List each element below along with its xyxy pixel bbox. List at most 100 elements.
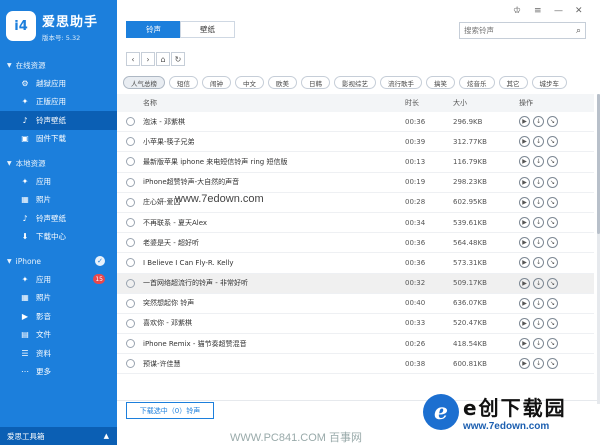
category-funny[interactable]: 搞笑: [426, 76, 455, 89]
download-icon[interactable]: ↓: [533, 358, 544, 370]
row-select-radio[interactable]: [125, 278, 135, 288]
sidebar-item-local-ringtones[interactable]: ♪ 铃声壁纸: [0, 209, 117, 228]
column-size[interactable]: 大小: [453, 98, 519, 108]
sidebar-item-device-data[interactable]: ☰ 资料: [0, 344, 117, 363]
import-icon[interactable]: ↘: [547, 257, 558, 269]
download-selected-button[interactable]: 下载选中（0）铃声: [126, 402, 214, 419]
download-icon[interactable]: ↓: [533, 176, 544, 188]
sidebar-item-device-apps[interactable]: ✦ 应用 15: [0, 270, 117, 289]
import-icon[interactable]: ↘: [547, 338, 558, 350]
category-western[interactable]: 欧美: [268, 76, 297, 89]
category-music[interactable]: 炫音乐: [459, 76, 495, 89]
row-select-radio[interactable]: [125, 359, 135, 369]
row-select-radio[interactable]: [125, 339, 135, 349]
row-select-radio[interactable]: [125, 197, 135, 207]
skin-icon[interactable]: ♔: [513, 6, 521, 16]
download-icon[interactable]: ↓: [533, 338, 544, 350]
category-popular[interactable]: 人气总榜: [123, 76, 165, 89]
download-icon[interactable]: ↓: [533, 257, 544, 269]
section-online-resources[interactable]: ▼ 在线资源: [0, 56, 117, 74]
table-row[interactable]: 不再联系 - 夏天Alex 00:34 539.61KB ▶ ↓ ↘: [117, 213, 594, 234]
import-icon[interactable]: ↘: [547, 277, 558, 289]
table-row[interactable]: iPhone Remix - 猫节奏超赞混音 00:26 418.54KB ▶ ↓ ↘: [117, 334, 594, 355]
table-row[interactable]: 喜欢你 - 邓紫棋 00:33 520.47KB ▶ ↓ ↘: [117, 314, 594, 335]
import-icon[interactable]: ↘: [547, 156, 558, 168]
play-icon[interactable]: ▶: [519, 156, 530, 168]
table-row[interactable]: 预谋-许佳慧 00:38 600.81KB ▶ ↓ ↘: [117, 354, 594, 375]
import-icon[interactable]: ↘: [547, 317, 558, 329]
download-icon[interactable]: ↓: [533, 277, 544, 289]
minimize-icon[interactable]: —: [554, 6, 563, 16]
column-name[interactable]: 名称: [143, 98, 405, 108]
table-row[interactable]: I Believe I Can Fly-R. Kelly 00:36 573.31K…: [117, 253, 594, 274]
sidebar-item-official-apps[interactable]: ✦ 正版应用: [0, 93, 117, 112]
search-input[interactable]: [464, 26, 569, 35]
play-icon[interactable]: ▶: [519, 217, 530, 229]
import-icon[interactable]: ↘: [547, 196, 558, 208]
sidebar-item-device-photos[interactable]: ▦ 照片: [0, 289, 117, 308]
table-row[interactable]: 突然想起你 铃声 00:40 636.07KB ▶ ↓ ↘: [117, 294, 594, 314]
play-icon[interactable]: ▶: [519, 176, 530, 188]
row-select-radio[interactable]: [125, 117, 135, 127]
play-icon[interactable]: ▶: [519, 136, 530, 148]
sidebar-item-local-photos[interactable]: ▦ 照片: [0, 191, 117, 210]
column-duration[interactable]: 时长: [405, 98, 453, 108]
download-icon[interactable]: ↓: [533, 217, 544, 229]
forward-icon[interactable]: ›: [141, 52, 155, 66]
sidebar-item-download-center[interactable]: ⬇ 下载中心: [0, 228, 117, 247]
refresh-icon[interactable]: ↻: [171, 52, 185, 66]
play-icon[interactable]: ▶: [519, 196, 530, 208]
sidebar-item-jailbreak-apps[interactable]: ⚙ 越狱应用: [0, 74, 117, 93]
play-icon[interactable]: ▶: [519, 116, 530, 128]
row-select-radio[interactable]: [125, 298, 135, 308]
table-row[interactable]: 最新版苹果 iphone 来电短信铃声 ring 短信版 00:13 116.79K…: [117, 152, 594, 173]
import-icon[interactable]: ↘: [547, 116, 558, 128]
toolbox-button[interactable]: 爱思工具箱 ▲: [0, 427, 117, 445]
section-local-resources[interactable]: ▼ 本地资源: [0, 154, 117, 172]
search-box[interactable]: ⌕: [459, 22, 586, 39]
row-select-radio[interactable]: [125, 258, 135, 268]
import-icon[interactable]: ↘: [547, 237, 558, 249]
row-select-radio[interactable]: [125, 238, 135, 248]
play-icon[interactable]: ▶: [519, 358, 530, 370]
row-select-radio[interactable]: [125, 318, 135, 328]
search-icon[interactable]: ⌕: [576, 26, 581, 36]
category-sms[interactable]: 短信: [169, 76, 198, 89]
sidebar-item-device-media[interactable]: ▶ 影音: [0, 307, 117, 326]
table-row[interactable]: 一首网络超流行的铃声 - 非常好听 00:32 509.17KB ▶ ↓ ↘: [117, 273, 594, 294]
category-alarm[interactable]: 闹钟: [202, 76, 231, 89]
category-jpkr[interactable]: 日韩: [301, 76, 330, 89]
play-icon[interactable]: ▶: [519, 237, 530, 249]
play-icon[interactable]: ▶: [519, 277, 530, 289]
category-other[interactable]: 其它: [498, 76, 528, 89]
sidebar-item-firmware-download[interactable]: ▣ 固件下载: [0, 130, 117, 149]
close-icon[interactable]: ✕: [575, 6, 583, 16]
import-icon[interactable]: ↘: [547, 136, 558, 148]
table-row[interactable]: 小苹果-筷子兄弟 00:39 312.77KB ▶ ↓ ↘: [117, 132, 594, 153]
table-row[interactable]: 泡沫 - 邓紫棋 00:36 296.9KB ▶ ↓ ↘: [117, 112, 594, 133]
import-icon[interactable]: ↘: [547, 176, 558, 188]
import-icon[interactable]: ↘: [547, 217, 558, 229]
play-icon[interactable]: ▶: [519, 297, 530, 309]
play-icon[interactable]: ▶: [519, 257, 530, 269]
section-device[interactable]: ▼ iPhone ✓: [0, 252, 117, 270]
category-pop-singers[interactable]: 流行歌手: [380, 76, 422, 89]
table-row[interactable]: 老婆是天 - 超好听 00:36 564.48KB ▶ ↓ ↘: [117, 233, 594, 254]
row-select-radio[interactable]: [125, 157, 135, 167]
category-cars[interactable]: 城步车: [531, 76, 567, 89]
import-icon[interactable]: ↘: [547, 358, 558, 370]
play-icon[interactable]: ▶: [519, 338, 530, 350]
sidebar-item-device-files[interactable]: ▤ 文件: [0, 326, 117, 345]
category-chinese[interactable]: 中文: [235, 76, 264, 89]
row-select-radio[interactable]: [125, 137, 135, 147]
row-select-radio[interactable]: [125, 218, 135, 228]
download-icon[interactable]: ↓: [533, 237, 544, 249]
download-icon[interactable]: ↓: [533, 136, 544, 148]
sidebar-item-ringtone-wallpaper[interactable]: ♪ 铃声壁纸: [0, 111, 117, 130]
download-icon[interactable]: ↓: [533, 317, 544, 329]
row-select-radio[interactable]: [125, 177, 135, 187]
home-icon[interactable]: ⌂: [156, 52, 170, 66]
download-icon[interactable]: ↓: [533, 156, 544, 168]
table-row[interactable]: iPhone超赞铃声-大自然的声音 00:19 298.23KB ▶ ↓ ↘: [117, 173, 594, 193]
tab-wallpaper[interactable]: 壁纸: [180, 21, 235, 38]
